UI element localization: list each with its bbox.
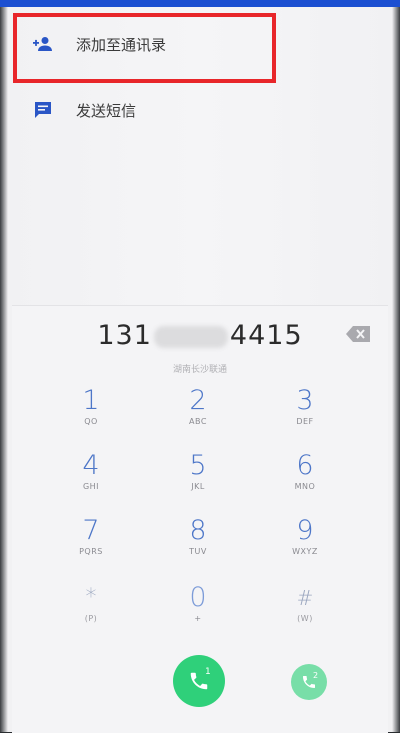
key-6[interactable]: 6 MNO — [265, 451, 345, 505]
backspace-icon[interactable] — [346, 326, 370, 342]
key-digit: 6 — [296, 450, 314, 481]
key-letters: TUV — [189, 547, 207, 556]
key-digit: 0 — [189, 582, 207, 613]
key-digit: * — [85, 585, 97, 610]
highlight-box — [13, 13, 276, 83]
key-letters: DEF — [296, 417, 314, 426]
key-letters: + — [194, 614, 202, 623]
call-sim2-button[interactable]: 2 — [291, 664, 327, 700]
dialpad: 131 4415 湖南长沙联通 1 QO 2 ABC 3 DEF 4 GHI 5 … — [12, 305, 388, 733]
redacted-digits — [153, 325, 228, 348]
key-2[interactable]: 2 ABC — [158, 386, 238, 440]
key-digit: 5 — [189, 450, 207, 481]
message-icon — [32, 99, 54, 121]
number-suffix: 4415 — [229, 320, 303, 351]
key-digit: 1 — [82, 385, 100, 416]
key-digit: 4 — [82, 450, 100, 481]
call-sim1-button[interactable]: 1 — [173, 655, 225, 707]
key-5[interactable]: 5 JKL — [158, 451, 238, 505]
menu-item-send-sms[interactable]: 发送短信 — [10, 78, 390, 142]
key-digit: 2 — [189, 385, 207, 416]
key-8[interactable]: 8 TUV — [158, 516, 238, 570]
key-7[interactable]: 7 PQRS — [51, 516, 131, 570]
key-digit: 7 — [82, 515, 100, 546]
key-letters: PQRS — [79, 547, 103, 556]
key-letters: MNO — [294, 482, 316, 491]
key-0[interactable]: 0 + — [158, 583, 238, 637]
sim1-badge: 1 — [205, 667, 211, 677]
key-letters: JKL — [191, 482, 205, 491]
key-letters: ABC — [189, 417, 207, 426]
key-letters: WXYZ — [292, 547, 318, 556]
key-letters: GHI — [82, 482, 100, 491]
sim2-badge: 2 — [313, 671, 319, 680]
number-prefix: 131 — [97, 320, 152, 351]
key-4[interactable]: 4 GHI — [51, 451, 131, 505]
number-location: 湖南长沙联通 — [172, 365, 227, 375]
key-letters: (P) — [84, 614, 98, 623]
dialed-number[interactable]: 131 4415 — [12, 320, 388, 351]
key-digit: 3 — [296, 385, 314, 416]
key-digit: # — [296, 586, 314, 610]
key-digit: 9 — [296, 515, 314, 546]
menu-item-label: 发送短信 — [76, 101, 137, 120]
key-digit: 8 — [189, 515, 207, 546]
key-hash[interactable]: # (W) — [265, 583, 345, 637]
key-3[interactable]: 3 DEF — [265, 386, 345, 440]
status-bar-strip — [0, 0, 400, 7]
key-9[interactable]: 9 WXYZ — [265, 516, 345, 570]
phone-screen: 添加至通讯录 发送短信 131 4415 湖南长沙联通 1 QO 2 ABC 3… — [0, 0, 400, 733]
key-star[interactable]: * (P) — [51, 583, 131, 637]
key-1[interactable]: 1 QO — [51, 386, 131, 440]
key-letters: QO — [84, 417, 98, 426]
key-letters: (W) — [297, 614, 313, 623]
